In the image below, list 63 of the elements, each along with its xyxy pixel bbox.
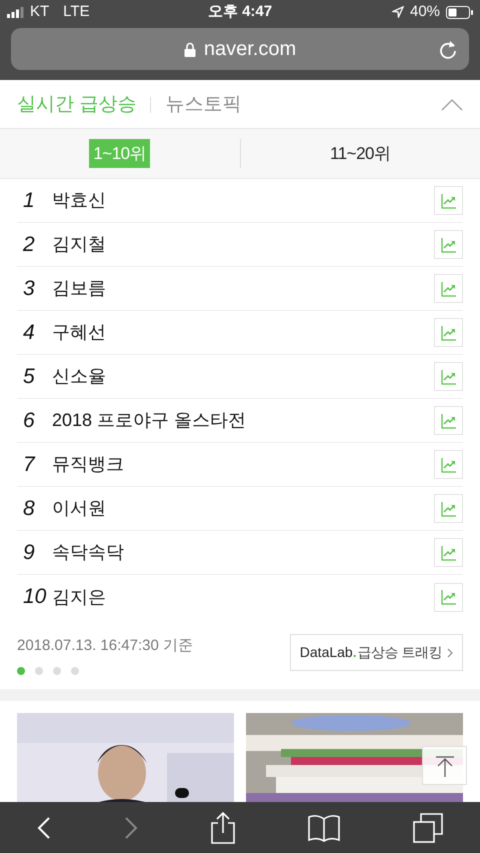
trend-chart-icon — [440, 236, 456, 252]
keyword-link[interactable]: 뮤직뱅크 — [52, 451, 434, 478]
reload-icon[interactable] — [439, 40, 457, 59]
rank-number: 8 — [22, 496, 36, 522]
bookmarks-icon[interactable] — [308, 814, 340, 842]
range-tab[interactable]: 11~20위 — [326, 139, 394, 168]
rank-number: 6 — [22, 408, 36, 434]
trend-chart-icon — [440, 589, 456, 605]
trend-chart-icon — [440, 500, 456, 516]
trend-chart-icon — [440, 456, 456, 472]
trend-chart-button[interactable] — [434, 186, 463, 215]
lock-icon — [184, 42, 196, 56]
keyword-link[interactable]: 이서원 — [52, 495, 434, 522]
update-timestamp: 2018.07.13. 16:47:30 기준 — [17, 636, 194, 656]
battery-icon — [446, 6, 474, 18]
trend-chart-button[interactable] — [434, 230, 463, 259]
share-icon[interactable] — [210, 812, 235, 844]
rank-number: 7 — [22, 452, 36, 478]
battery-percent: 40% — [410, 2, 440, 22]
carrier-label: KT — [30, 2, 50, 22]
rank-number: 5 — [22, 364, 36, 390]
keyword-link[interactable]: 속닥속닥 — [52, 539, 434, 566]
trend-chart-button[interactable] — [434, 362, 463, 391]
trend-chart-button[interactable] — [434, 538, 463, 567]
keyword-link[interactable]: 신소율 — [52, 363, 434, 390]
back-icon[interactable] — [36, 816, 51, 838]
network-label: LTE — [63, 2, 90, 22]
collapse-chevron-icon[interactable] — [441, 99, 463, 111]
trend-chart-button[interactable] — [434, 406, 463, 435]
arrow-up-icon — [434, 754, 456, 776]
trend-chart-button[interactable] — [434, 274, 463, 303]
trend-chart-button[interactable] — [434, 582, 463, 612]
trend-chart-icon — [440, 324, 456, 340]
rank-number: 2 — [22, 232, 36, 258]
keyword-link[interactable]: 김보름 — [52, 275, 434, 302]
trend-chart-icon — [440, 192, 456, 208]
keyword-link[interactable]: 2018 프로야구 올스타전 — [52, 407, 434, 434]
trend-chart-icon — [440, 544, 456, 560]
section-tab[interactable]: 뉴스토픽 — [165, 90, 242, 120]
keyword-link[interactable]: 구혜선 — [52, 319, 434, 346]
url-text: naver.com — [204, 37, 296, 62]
rank-number: 4 — [22, 320, 36, 346]
status-time: 오후 4:47 — [208, 2, 272, 22]
trend-chart-button[interactable] — [434, 318, 463, 347]
chevron-right-icon — [447, 648, 453, 658]
keyword-link[interactable]: 김지은 — [52, 584, 434, 610]
datalab-button[interactable]: DataLab.급상승 트래킹 — [290, 634, 463, 671]
trend-chart-icon — [440, 412, 456, 428]
keyword-link[interactable]: 박효신 — [52, 187, 434, 214]
rank-number: 3 — [22, 276, 36, 302]
trend-chart-icon — [440, 280, 456, 296]
rank-number: 9 — [22, 540, 36, 566]
trend-chart-button[interactable] — [434, 450, 463, 479]
rank-number: 10 — [22, 584, 48, 610]
trend-chart-icon — [440, 368, 456, 384]
trend-chart-button[interactable] — [434, 494, 463, 523]
tabs-icon[interactable] — [413, 812, 444, 842]
address-bar[interactable]: naver.com — [11, 28, 469, 70]
keyword-link[interactable]: 김지철 — [52, 231, 434, 258]
signal-icon — [7, 6, 24, 18]
rank-number: 1 — [22, 188, 36, 214]
location-arrow-icon — [392, 6, 404, 18]
back-to-top-button[interactable] — [422, 746, 467, 785]
